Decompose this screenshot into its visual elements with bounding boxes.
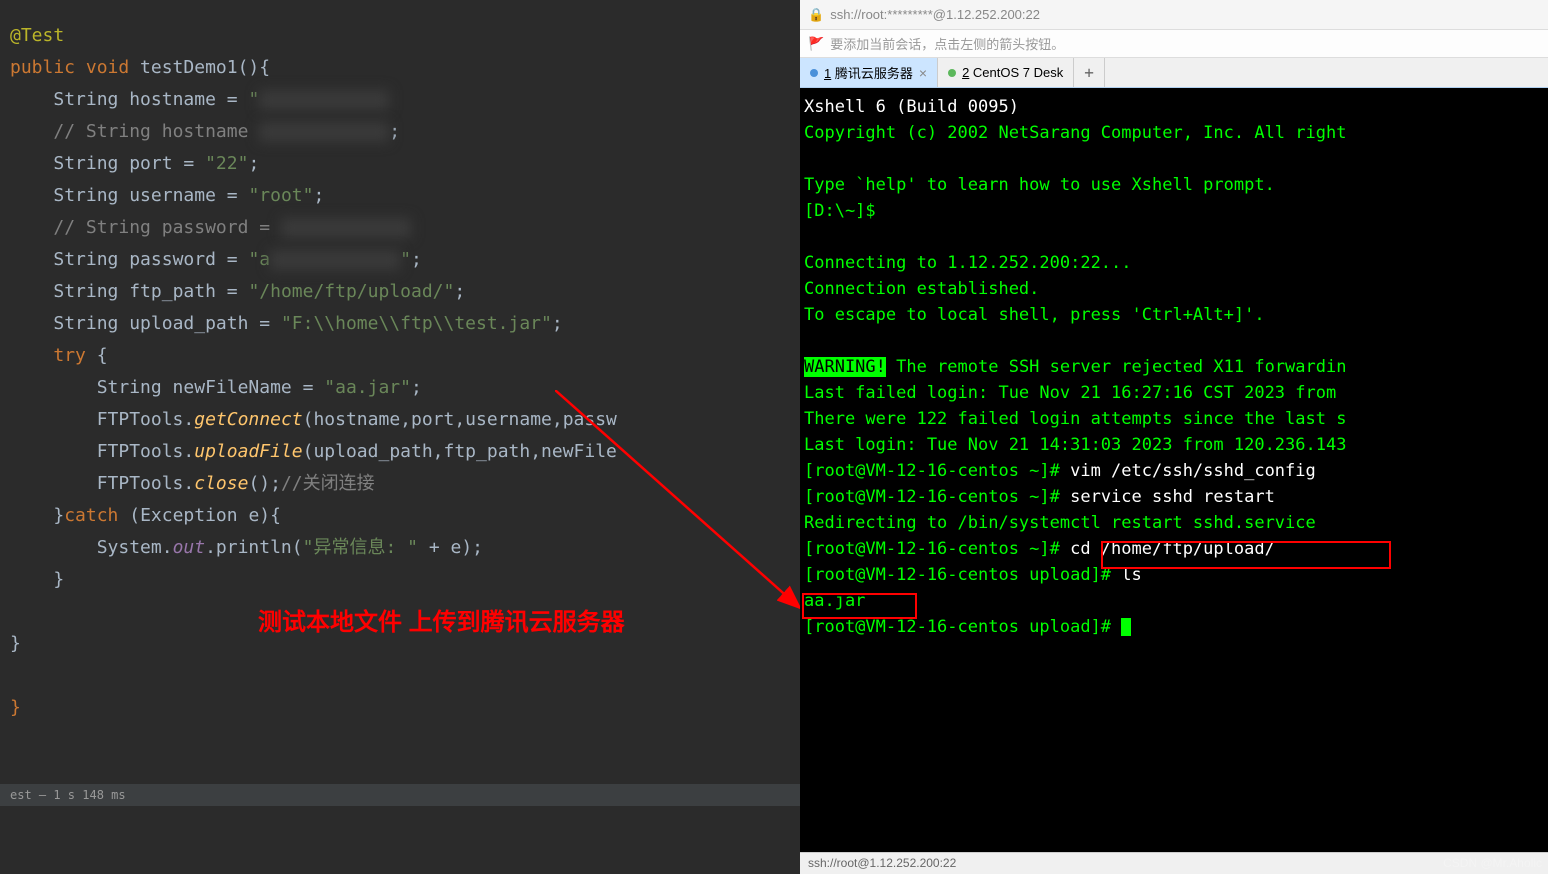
tab-bar: 1 腾讯云服务器 × 2 CentOS 7 Desk +	[800, 58, 1548, 88]
red-annotation-text: 测试本地文件 上传到腾讯云服务器	[258, 602, 625, 637]
hint-text: 要添加当前会话，点击左侧的箭头按钮。	[830, 34, 1064, 53]
hint-bar: 🚩 要添加当前会话，点击左侧的箭头按钮。	[800, 30, 1548, 58]
ide-editor-panel: @Test public void testDemo1(){ String ho…	[0, 0, 800, 874]
add-tab-button[interactable]: +	[1074, 58, 1105, 87]
flag-icon: 🚩	[808, 36, 824, 52]
lock-icon: 🔒	[808, 7, 824, 23]
file-aa-jar: aa.jar	[804, 591, 865, 611]
ide-status-bar: est – 1 s 148 ms	[0, 784, 800, 806]
annotation-test: @Test	[10, 25, 64, 46]
cursor-icon	[1121, 618, 1131, 636]
xshell-panel: 🔒 ssh://root:*********@1.12.252.200:22 🚩…	[800, 0, 1548, 874]
tab-centos7[interactable]: 2 CentOS 7 Desk	[938, 58, 1074, 87]
terminal-output[interactable]: Xshell 6 (Build 0095) Copyright (c) 2002…	[800, 88, 1548, 852]
tab-dot-icon	[810, 69, 818, 77]
tab-tencent-server[interactable]: 1 腾讯云服务器 ×	[800, 58, 938, 87]
close-icon[interactable]: ×	[919, 65, 927, 81]
watermark: CSDN @Mr.Aholic	[1443, 856, 1542, 870]
terminal-status-bar: ssh://root@1.12.252.200:22	[800, 852, 1548, 874]
address-text: ssh://root:*********@1.12.252.200:22	[830, 7, 1040, 22]
address-bar[interactable]: 🔒 ssh://root:*********@1.12.252.200:22	[800, 0, 1548, 30]
tab-dot-icon	[948, 69, 956, 77]
